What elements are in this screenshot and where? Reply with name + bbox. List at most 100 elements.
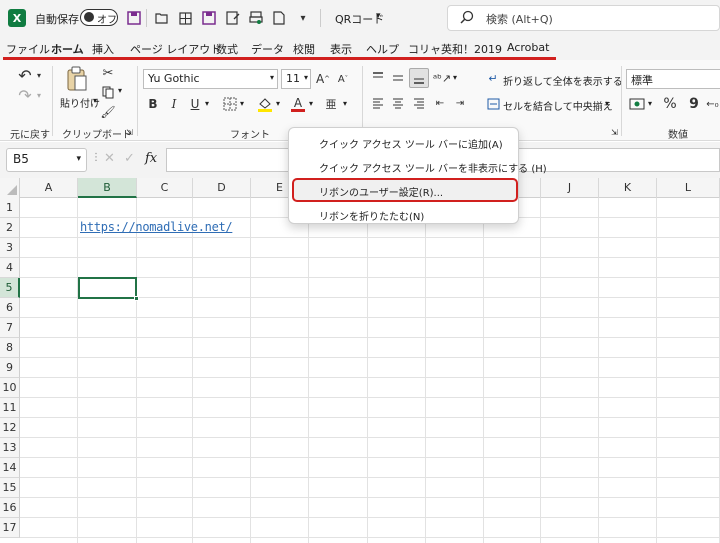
form-icon[interactable]	[224, 9, 242, 27]
align-bottom-icon[interactable]	[409, 68, 429, 88]
number-format-dropdown[interactable]: 標準	[626, 69, 720, 89]
row-header[interactable]: 14	[0, 458, 20, 478]
font-size-dropdown[interactable]: 11 ▾	[281, 69, 311, 89]
undo-dropdown-icon[interactable]: ▾	[34, 68, 44, 82]
row-header[interactable]: 12	[0, 418, 20, 438]
tab-insert[interactable]: 挿入	[92, 41, 114, 57]
align-left-icon[interactable]	[370, 95, 386, 111]
customize-qat-icon[interactable]: ▾	[294, 9, 312, 27]
font-color-dropdown-icon[interactable]: ▾	[309, 99, 313, 108]
percent-button[interactable]: %	[662, 95, 678, 113]
row-header[interactable]: 6	[0, 298, 20, 318]
fill-handle[interactable]	[134, 296, 139, 301]
row-header[interactable]: 2	[0, 218, 20, 238]
row-header[interactable]: 8	[0, 338, 20, 358]
borders-dropdown-icon[interactable]: ▾	[240, 99, 244, 108]
column-header[interactable]: J	[541, 178, 599, 198]
decrease-font-icon[interactable]: Aˇ	[334, 70, 352, 88]
align-middle-icon[interactable]	[390, 70, 406, 86]
orientation-icon[interactable]: ᵃᵇ↗	[433, 70, 451, 86]
column-header[interactable]: C	[137, 178, 193, 198]
cell-b2-link[interactable]: https://nomadlive.net/	[80, 220, 233, 234]
row-header[interactable]: 9	[0, 358, 20, 378]
paste-dropdown-icon[interactable]: ▾	[93, 96, 97, 105]
row-header[interactable]: 11	[0, 398, 20, 418]
format-painter-icon[interactable]: 🖌	[100, 104, 116, 120]
tab-home[interactable]: ホーム	[51, 41, 84, 57]
tab-koryaeiwa[interactable]: コリャ英和！2019	[408, 41, 502, 57]
insert-function-button[interactable]: fx	[145, 151, 157, 166]
merge-dropdown-icon[interactable]: ▾	[605, 99, 609, 108]
document-icon[interactable]	[270, 9, 288, 27]
tab-acrobat[interactable]: Acrobat	[507, 41, 549, 54]
select-all-corner[interactable]	[0, 178, 20, 198]
italic-button[interactable]: I	[166, 95, 182, 113]
copy-icon[interactable]	[100, 84, 116, 100]
row-header[interactable]: 10	[0, 378, 20, 398]
wrap-text-icon[interactable]: ↵	[486, 70, 500, 86]
underline-dropdown-icon[interactable]: ▾	[205, 99, 209, 108]
row-header[interactable]: 4	[0, 258, 20, 278]
merge-center-label[interactable]: セルを結合して中央揃え	[503, 98, 613, 113]
save-icon[interactable]	[125, 9, 143, 27]
fill-color-dropdown-icon[interactable]: ▾	[276, 99, 280, 108]
undo-icon[interactable]: ↶	[14, 65, 36, 85]
merge-center-icon[interactable]	[486, 96, 500, 112]
borders-icon[interactable]	[221, 95, 239, 113]
enter-icon[interactable]: ✓	[124, 151, 135, 166]
wrap-text-label[interactable]: 折り返して全体を表示する	[503, 73, 623, 88]
copy-dropdown-icon[interactable]: ▾	[118, 86, 122, 95]
dialog-launcher-icon[interactable]: ⇲	[126, 128, 133, 137]
row-header[interactable]: 16	[0, 498, 20, 518]
column-header[interactable]: A	[20, 178, 78, 198]
underline-button[interactable]: U	[187, 95, 203, 113]
comma-button[interactable]: 9	[686, 95, 702, 113]
row-header[interactable]: 17	[0, 518, 20, 538]
decrease-indent-icon[interactable]: ⇤	[432, 95, 448, 111]
align-top-icon[interactable]	[370, 70, 386, 86]
row-header[interactable]: 13	[0, 438, 20, 458]
chevron-down-icon[interactable]: ▾	[376, 11, 381, 21]
align-right-icon[interactable]	[411, 95, 427, 111]
menu-item-hide-qat[interactable]: クイック アクセス ツール バーを非表示にする (H)	[319, 160, 547, 175]
open-folder-icon[interactable]	[153, 9, 171, 27]
phonetic-dropdown-icon[interactable]: ▾	[343, 99, 347, 108]
fill-color-icon[interactable]	[256, 95, 274, 113]
column-header[interactable]: L	[657, 178, 720, 198]
increase-decimal-icon[interactable]: ←₀	[705, 95, 720, 113]
save-as-icon[interactable]	[200, 9, 218, 27]
redo-icon[interactable]: ↷	[14, 85, 36, 105]
menu-item-collapse-ribbon[interactable]: リボンを折りたたむ(N)	[319, 208, 424, 223]
font-color-icon[interactable]: A	[290, 95, 306, 113]
tab-file[interactable]: ファイル	[6, 41, 50, 57]
font-name-dropdown[interactable]: Yu Gothic ▾	[143, 69, 278, 89]
phonetic-guide-icon[interactable]: 亜	[322, 95, 340, 113]
tab-help[interactable]: ヘルプ	[366, 41, 399, 57]
bold-button[interactable]: B	[145, 95, 161, 113]
row-header[interactable]: 1	[0, 198, 20, 218]
menu-item-add-to-qat[interactable]: クイック アクセス ツール バーに追加(A)	[319, 136, 503, 151]
name-box[interactable]: B5 ▾	[6, 148, 87, 172]
align-center-icon[interactable]	[390, 95, 406, 111]
column-header[interactable]: D	[193, 178, 251, 198]
autosave-toggle[interactable]: オフ	[80, 9, 118, 26]
tab-data[interactable]: データ	[251, 41, 284, 57]
increase-font-icon[interactable]: A ^	[314, 70, 332, 88]
cancel-icon[interactable]: ✕	[104, 151, 115, 166]
borders-icon[interactable]	[176, 9, 194, 27]
column-header[interactable]: K	[599, 178, 657, 198]
increase-indent-icon[interactable]: ⇥	[452, 95, 468, 111]
accounting-dropdown-icon[interactable]: ▾	[648, 99, 652, 108]
active-cell-selection[interactable]	[78, 277, 139, 301]
tab-view[interactable]: 表示	[330, 41, 352, 57]
search-box[interactable]: 検索 (Alt+Q)	[447, 5, 720, 31]
accounting-format-icon[interactable]	[628, 95, 646, 113]
worksheet-grid[interactable]: ABCDEFGHIJKL 1234567891011121314151617 h…	[0, 178, 720, 543]
row-header[interactable]: 7	[0, 318, 20, 338]
redo-dropdown-icon[interactable]: ▾	[34, 88, 44, 102]
orientation-dropdown-icon[interactable]: ▾	[453, 73, 457, 82]
dialog-launcher-icon[interactable]: ⇲	[611, 128, 618, 137]
column-header[interactable]: B	[78, 178, 137, 198]
tab-page-layout[interactable]: ページ レイアウト	[130, 41, 221, 57]
row-header[interactable]: 3	[0, 238, 20, 258]
